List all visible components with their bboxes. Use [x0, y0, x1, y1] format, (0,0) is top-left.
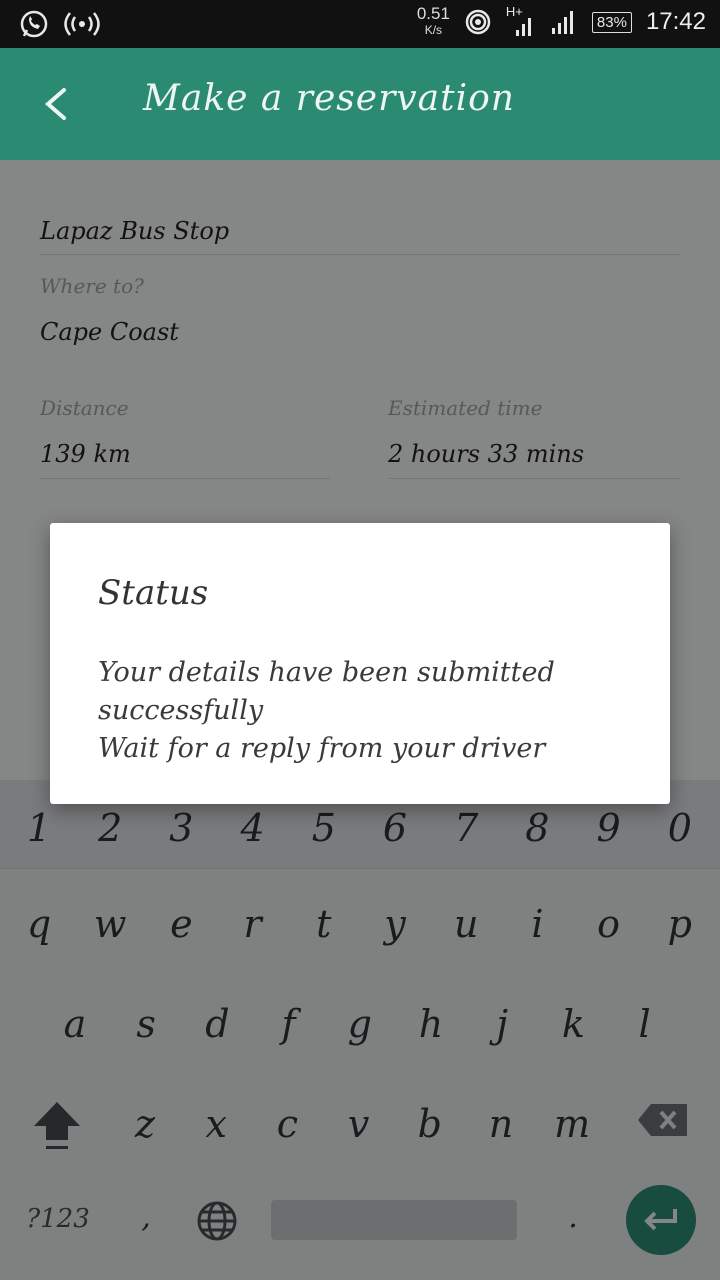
clock: 17:42	[645, 8, 706, 35]
whatsapp-icon	[20, 10, 48, 38]
app-bar: Make a reservation	[0, 48, 720, 160]
signal-icon	[551, 11, 573, 34]
status-dialog: Status Your details have been submitted …	[50, 523, 670, 804]
signal-h-plus-icon: H+	[506, 4, 536, 38]
battery-indicator: 83%	[591, 11, 632, 33]
back-arrow-icon[interactable]	[40, 86, 72, 122]
page-title: Make a reservation	[143, 78, 515, 119]
network-speed: 0.51 K/s	[416, 4, 450, 37]
status-bar: 0.51 K/s H+ 83% 17:42	[0, 0, 720, 48]
dialog-title: Status	[98, 573, 209, 613]
hotspot-icon	[64, 12, 100, 36]
dialog-message: Your details have been submitted success…	[98, 657, 555, 764]
wifi-tethering-icon	[465, 9, 491, 35]
